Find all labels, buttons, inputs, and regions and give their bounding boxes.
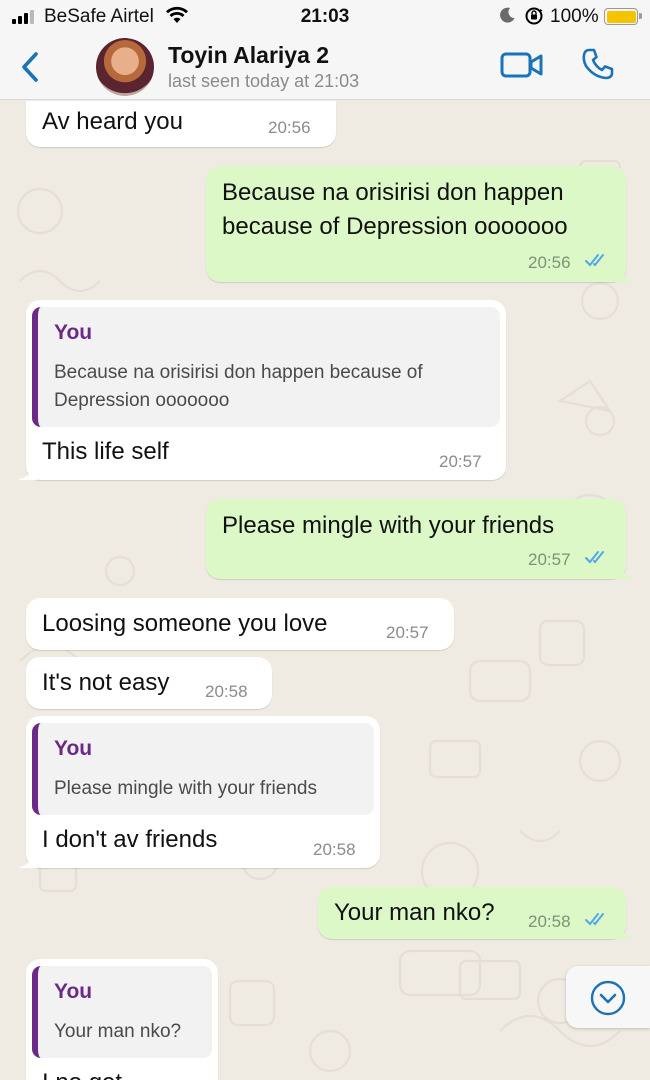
message-incoming-reply[interactable]: You Because na orisirisi don happen beca…	[17, 300, 506, 480]
quoted-text-line: Depression ooooooo	[54, 390, 230, 411]
message-text: Av heard you	[42, 108, 183, 135]
battery-icon	[604, 8, 642, 25]
message-outgoing[interactable]: Please mingle with your friends 20:57	[206, 499, 635, 579]
bubble-tail	[615, 264, 635, 282]
message-time: 20:57	[439, 452, 482, 471]
scroll-to-bottom-button[interactable]	[566, 966, 650, 1028]
quoted-text-line: Your man nko?	[54, 1021, 182, 1042]
message-time: 20:58	[313, 840, 356, 859]
quoted-author: You	[54, 980, 93, 1003]
double-check-read-icon	[585, 551, 604, 564]
message-time: 20:57	[528, 550, 571, 569]
message-text: I don't av friends	[42, 826, 218, 853]
message-time: 20:56	[528, 253, 571, 272]
message-text: This life self	[42, 438, 169, 465]
quoted-message[interactable]: You Because na orisirisi don happen beca…	[32, 307, 500, 427]
chat-area[interactable]: Av heard you 20:56 Because na orisirisi …	[0, 101, 650, 1080]
message-text: I no get	[42, 1065, 122, 1080]
message-incoming[interactable]: It's not easy 20:58	[26, 657, 272, 709]
do-not-disturb-moon-icon	[500, 7, 515, 23]
message-time: 20:58	[205, 682, 248, 701]
message-time: 20:56	[268, 118, 311, 137]
message-time: 20:58	[528, 912, 571, 931]
message-incoming-reply[interactable]: You Please mingle with your friends I do…	[17, 716, 380, 868]
bubble-tail	[615, 921, 635, 939]
video-camera-icon[interactable]	[500, 50, 544, 80]
message-incoming[interactable]: Loosing someone you love 20:57	[26, 598, 454, 650]
phone-icon[interactable]	[580, 46, 616, 82]
quoted-message[interactable]: You Your man nko?	[32, 966, 212, 1058]
top-bar: BeSafe Airtel 21:03 100% Toyin Alariya 2…	[0, 0, 650, 100]
quoted-text-line: Because na orisirisi don happen because …	[54, 362, 423, 383]
message-outgoing[interactable]: Because na orisirisi don happen because …	[206, 166, 635, 282]
chevron-left-icon[interactable]	[16, 50, 44, 84]
quoted-message[interactable]: You Please mingle with your friends	[32, 723, 374, 815]
message-incoming-reply[interactable]: You Your man nko? I no get	[26, 959, 218, 1080]
message-text: Your man nko?	[334, 899, 495, 926]
message-text: Loosing someone you love	[42, 610, 328, 637]
message-text: Please mingle with your friends	[222, 512, 555, 539]
quoted-author: You	[54, 321, 93, 344]
status-bar: BeSafe Airtel 21:03 100%	[0, 0, 650, 34]
battery-percentage: 100%	[550, 6, 599, 27]
quoted-text-line: Please mingle with your friends	[54, 778, 317, 799]
double-check-read-icon	[585, 254, 604, 267]
bubble-tail	[17, 462, 37, 480]
last-seen-status: last seen today at 21:03	[168, 71, 360, 91]
chevron-down-circle-icon	[590, 980, 626, 1016]
contact-avatar[interactable]	[96, 38, 154, 96]
rotation-lock-icon	[525, 7, 543, 25]
contact-name[interactable]: Toyin Alariya 2	[168, 42, 329, 69]
quoted-author: You	[54, 737, 93, 760]
message-outgoing[interactable]: Your man nko? 20:58	[318, 887, 635, 939]
bubble-tail	[615, 561, 635, 579]
double-check-read-icon	[585, 913, 604, 926]
message-text-line: because of Depression ooooooo	[222, 213, 568, 240]
bubble-tail	[17, 850, 37, 868]
message-text: It's not easy	[42, 669, 170, 696]
message-incoming[interactable]: Av heard you 20:56	[26, 101, 336, 147]
message-time: 20:57	[386, 623, 429, 642]
message-text-line: Because na orisirisi don happen	[222, 179, 564, 206]
